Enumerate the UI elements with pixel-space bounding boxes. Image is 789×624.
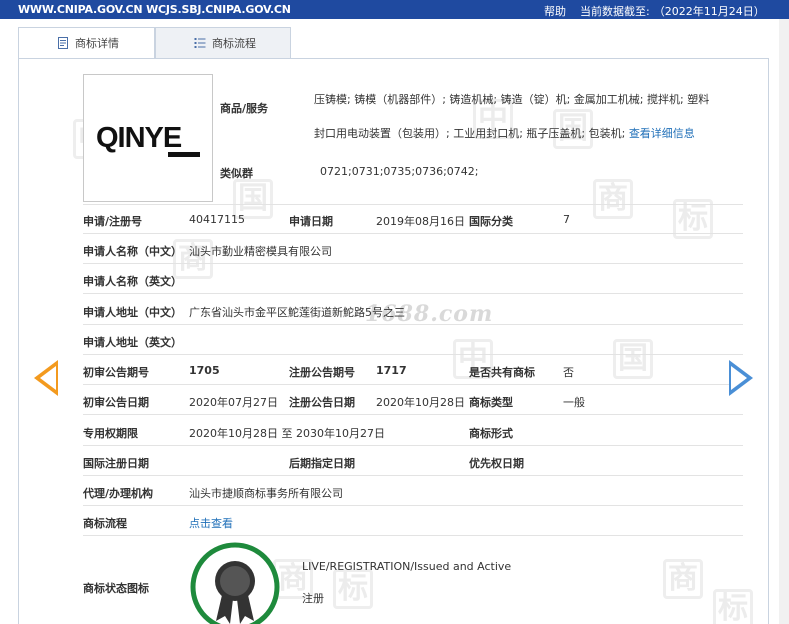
divider — [83, 535, 743, 536]
site-url: WWW.CNIPA.GOV.CN WCJS.SBJ.CNIPA.GOV.CN — [18, 3, 291, 16]
help-link[interactable]: 帮助 — [544, 3, 566, 19]
agent-value: 汕头市捷顺商标事务所有限公司 — [189, 487, 343, 500]
tab-trademark-detail[interactable]: 商标详情 — [18, 27, 155, 60]
reg-pub-date-value: 2020年10月28日 — [376, 396, 465, 409]
divider — [83, 445, 743, 446]
tm-type-label: 商标类型 — [469, 396, 513, 409]
top-bar: WWW.CNIPA.GOV.CN WCJS.SBJ.CNIPA.GOV.CN 帮… — [0, 0, 789, 19]
goods-list: 压铸模; 铸模（机器部件）; 铸造机械; 铸造（锭）机; 金属加工机械; 搅拌机… — [314, 83, 714, 151]
prelim-no-value: 1705 — [189, 364, 220, 377]
reg-no-label: 申请/注册号 — [83, 215, 143, 228]
watermark-glyph: 商 — [593, 179, 633, 219]
applicant-cn-value: 汕头市勤业精密模具有限公司 — [189, 245, 332, 258]
divider — [83, 324, 743, 325]
watermark-glyph: 国 — [613, 339, 653, 379]
status-en: LIVE/REGISTRATION/Issued and Active — [302, 560, 512, 573]
watermark-glyph: 标 — [333, 569, 373, 609]
similar-group-label: 类似群 — [220, 167, 253, 180]
app-date-value: 2019年08月16日 — [376, 215, 465, 228]
data-date-value: （2022年11月24日） — [653, 5, 765, 18]
tab-trademark-process[interactable]: 商标流程 — [155, 27, 291, 59]
exclusive-value: 2020年10月28日 至 2030年10月27日 — [189, 427, 385, 440]
intl-class-value: 7 — [563, 213, 570, 226]
scrollbar[interactable] — [779, 19, 789, 624]
addr-en-label: 申请人地址（英文） — [83, 336, 182, 349]
exclusive-label: 专用权期限 — [83, 427, 138, 440]
divider — [83, 233, 743, 234]
tm-form-label: 商标形式 — [469, 427, 513, 440]
divider — [83, 384, 743, 385]
addr-cn-value: 广东省汕头市金平区鮀莲街道新鮀路5号之三 — [189, 306, 405, 319]
reg-pub-date-label: 注册公告日期 — [289, 396, 355, 409]
view-details-link[interactable]: 查看详细信息 — [629, 127, 695, 140]
prelim-no-label: 初审公告期号 — [83, 366, 149, 379]
qinye-logo: QINYE — [96, 122, 200, 157]
data-date-label: 当前数据截至: — [580, 5, 650, 18]
priority-label: 优先权日期 — [469, 457, 524, 470]
shared-label: 是否共有商标 — [469, 366, 535, 379]
tab-label: 商标流程 — [212, 37, 256, 50]
process-label: 商标流程 — [83, 517, 127, 530]
reg-no-value: 40417115 — [189, 213, 245, 226]
similar-group-value: 0721;0731;0735;0736;0742; — [320, 165, 479, 178]
divider — [83, 263, 743, 264]
app-date-label: 申请日期 — [289, 215, 333, 228]
prelim-date-label: 初审公告日期 — [83, 396, 149, 409]
intl-class-label: 国际分类 — [469, 215, 513, 228]
document-icon — [58, 37, 68, 49]
logo-wordmark: QINYE — [96, 122, 182, 154]
goods-label: 商品/服务 — [220, 102, 269, 115]
data-date: 当前数据截至: （2022年11月24日） — [580, 3, 765, 19]
detail-panel: 中 国 商 标 中 国 中 国 商 商 标 商 标 1688.com QINYE… — [18, 58, 769, 624]
reg-pub-no-label: 注册公告期号 — [289, 366, 355, 379]
agent-label: 代理/办理机构 — [83, 487, 154, 500]
later-date-label: 后期指定日期 — [289, 457, 355, 470]
divider — [83, 414, 743, 415]
shared-value: 否 — [563, 366, 574, 379]
addr-cn-label: 申请人地址（中文） — [83, 306, 182, 319]
watermark-glyph: 标 — [713, 589, 753, 624]
divider — [83, 475, 743, 476]
process-link[interactable]: 点击查看 — [189, 515, 233, 531]
divider — [83, 505, 743, 506]
list-icon — [194, 38, 206, 48]
status-icon-label: 商标状态图标 — [83, 582, 149, 595]
status-cn: 注册 — [302, 592, 324, 605]
previous-arrow-icon[interactable] — [34, 360, 58, 396]
next-arrow-icon[interactable] — [729, 360, 753, 396]
tm-type-value: 一般 — [563, 396, 585, 409]
reg-pub-no-value: 1717 — [376, 364, 407, 377]
registered-medal-icon — [190, 542, 280, 624]
divider — [83, 354, 743, 355]
divider — [83, 293, 743, 294]
applicant-cn-label: 申请人名称（中文） — [83, 245, 182, 258]
prelim-date-value: 2020年07月27日 — [189, 396, 278, 409]
watermark-glyph: 商 — [663, 559, 703, 599]
applicant-en-label: 申请人名称（英文） — [83, 275, 182, 288]
intl-reg-date-label: 国际注册日期 — [83, 457, 149, 470]
tab-label: 商标详情 — [75, 37, 119, 50]
divider — [83, 204, 743, 205]
trademark-image: QINYE — [83, 74, 213, 202]
